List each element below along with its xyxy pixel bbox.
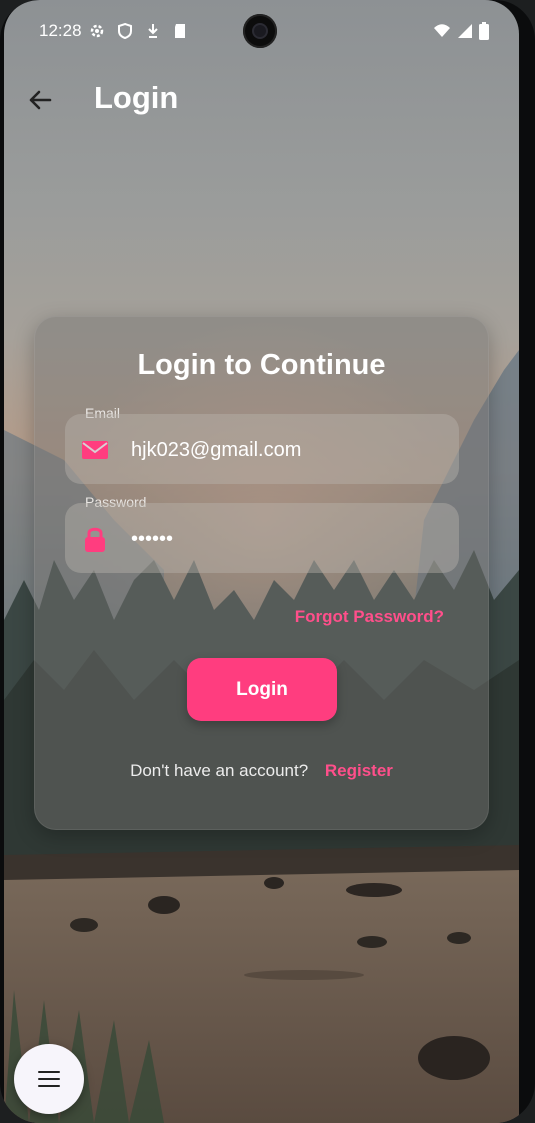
phone-frame: 12:28 Login Login to Continue Email hjk0… [0, 0, 535, 1123]
menu-button[interactable] [14, 1044, 84, 1114]
password-field[interactable] [65, 503, 459, 573]
signup-row: Don't have an account? Register [35, 761, 488, 781]
signal-icon [458, 24, 472, 38]
screen: 12:28 Login Login to Continue Email hjk0… [4, 0, 519, 1123]
status-icons-right [433, 22, 489, 40]
email-input[interactable] [129, 432, 443, 468]
wifi-icon [434, 24, 450, 37]
register-link[interactable]: Register [325, 761, 393, 780]
forgot-password-link[interactable]: Forgot Password? [295, 607, 444, 627]
status-icons-left [88, 22, 188, 40]
card-title: Login to Continue [137, 349, 386, 381]
settings-icon [90, 24, 104, 38]
download-icon [148, 24, 158, 38]
login-card: Login to Continue Email Password Forgot … [34, 316, 489, 830]
email-field[interactable] [65, 414, 459, 484]
login-button[interactable]: Login [187, 658, 337, 721]
status-time: 12:28 [39, 21, 82, 40]
password-input[interactable] [129, 521, 443, 557]
front-camera [243, 14, 277, 48]
app-bar: Login [4, 70, 519, 130]
battery-icon [479, 22, 489, 40]
page-title: Login [94, 80, 179, 115]
sd-card-icon [175, 24, 185, 38]
back-arrow-icon[interactable] [24, 84, 56, 116]
shield-icon [118, 22, 132, 40]
mail-icon [82, 441, 108, 459]
signup-question: Don't have an account? [130, 761, 309, 780]
status-bar: 12:28 [4, 0, 519, 60]
lock-icon [85, 527, 105, 552]
